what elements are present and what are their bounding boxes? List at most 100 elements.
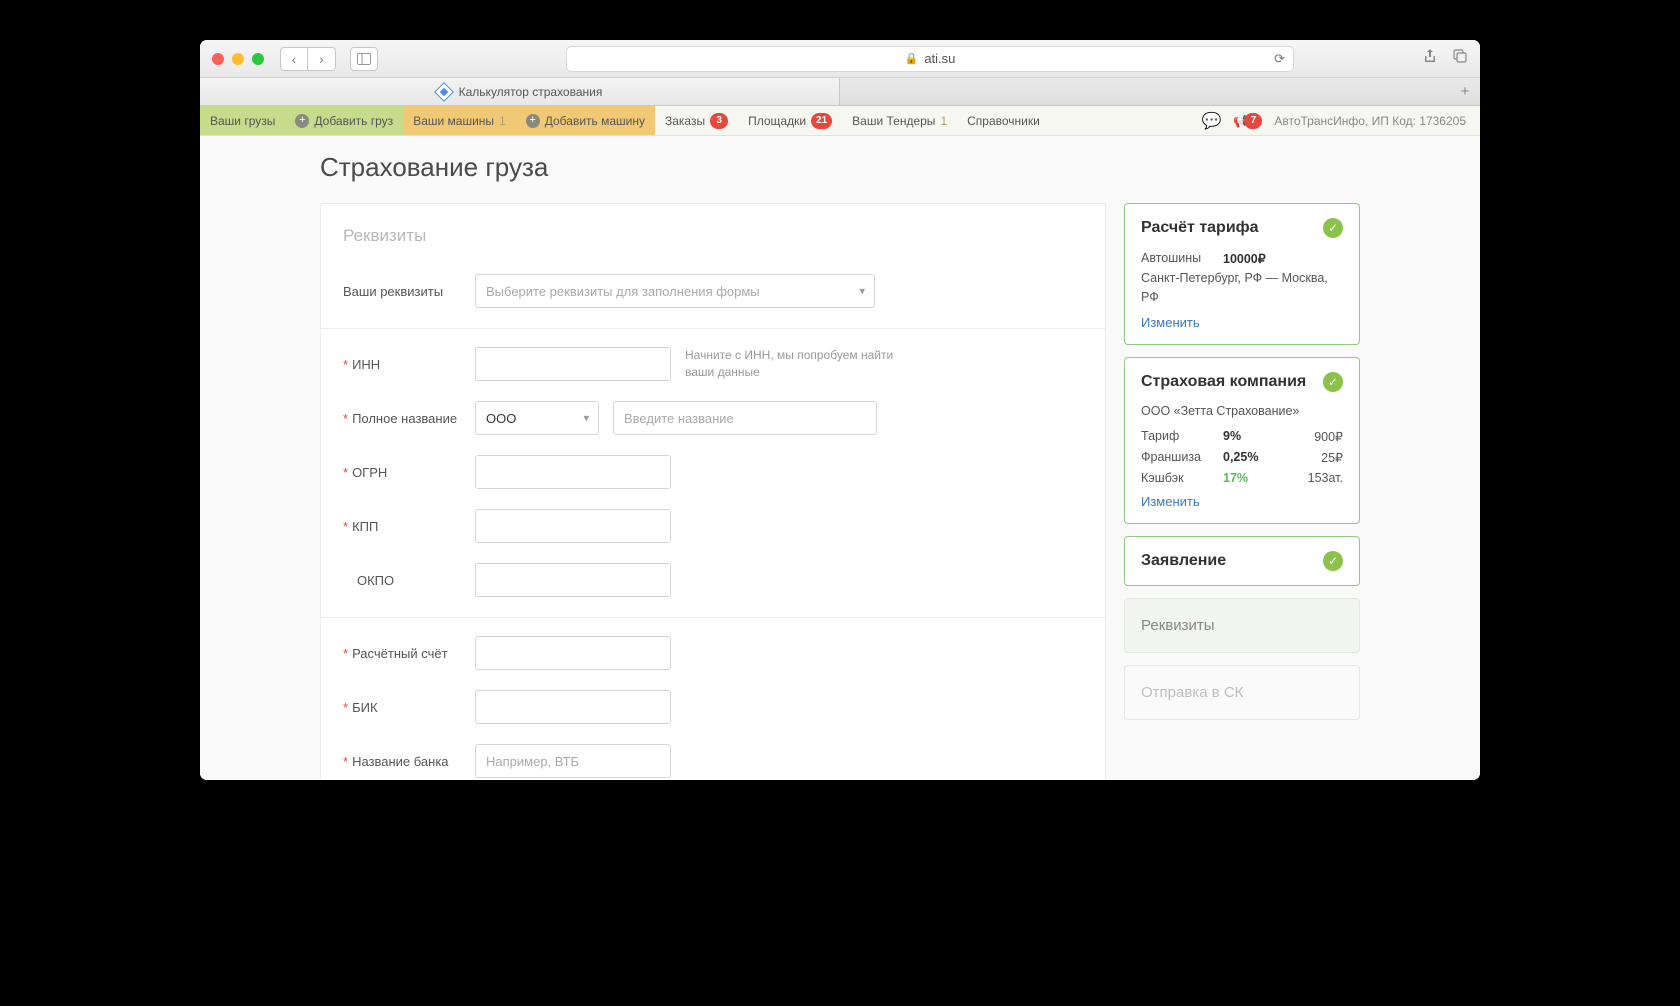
sidebar-toggle-button[interactable] <box>350 47 378 71</box>
label-inn: ИНН <box>352 357 380 372</box>
nav-add-cargo[interactable]: +Добавить груз <box>285 106 403 135</box>
org-type-select[interactable] <box>475 401 599 435</box>
lock-icon: 🔒 <box>905 52 919 65</box>
company-franchise-v: 0,25% <box>1223 450 1258 465</box>
page-title: Страхование груза <box>320 152 1360 183</box>
card-send: Отправка в СК <box>1124 665 1360 720</box>
account-input[interactable] <box>475 636 671 670</box>
site-topbar: Ваши грузы +Добавить груз Ваши машины1 +… <box>200 106 1480 136</box>
tab-favicon <box>434 82 454 102</box>
notifications-badge: 7 <box>1244 113 1262 129</box>
form-panel: Реквизиты Ваши реквизиты *ИНН Начните с … <box>320 203 1106 780</box>
tariff-route: Санкт-Петербург, РФ — Москва, РФ <box>1141 269 1343 307</box>
toolbar-right <box>1422 48 1468 69</box>
bank-name-input[interactable] <box>475 744 671 778</box>
label-full-name: Полное название <box>352 411 457 426</box>
notifications-button[interactable]: 📢 7 <box>1233 113 1262 129</box>
minimize-window-button[interactable] <box>232 53 244 65</box>
row-your-requisites: Ваши реквизиты <box>343 274 1083 308</box>
new-tab-button[interactable]: + <box>1450 78 1480 105</box>
card-tariff-title: Расчёт тарифа <box>1141 219 1259 237</box>
sites-badge: 21 <box>811 113 832 129</box>
share-button[interactable] <box>1422 48 1438 69</box>
user-info[interactable]: АвтоТрансИнфо, ИП Код: 1736205 <box>1274 114 1466 128</box>
card-company-title: Страховая компания <box>1141 373 1306 391</box>
close-window-button[interactable] <box>212 53 224 65</box>
tariff-change-link[interactable]: Изменить <box>1141 315 1200 330</box>
tariff-cargo-value: 10000 <box>1223 251 1266 266</box>
nav-your-cargo[interactable]: Ваши грузы <box>200 106 285 135</box>
browser-tab[interactable]: Калькулятор страхования <box>200 78 840 105</box>
url-bar[interactable]: 🔒 ati.su ⟳ <box>566 46 1294 72</box>
back-button[interactable]: ‹ <box>280 47 308 71</box>
plus-icon: + <box>295 114 309 128</box>
card-application[interactable]: Заявление ✓ <box>1124 536 1360 586</box>
org-name-input[interactable] <box>613 401 877 435</box>
forward-button[interactable]: › <box>308 47 336 71</box>
url-host: ati.su <box>924 51 955 66</box>
row-full-name: *Полное название <box>343 401 1083 435</box>
plus-icon: + <box>526 114 540 128</box>
label-okpo: ОКПО <box>357 573 394 588</box>
company-cashback-v: 17% <box>1223 471 1248 485</box>
card-company: Страховая компания ✓ ООО «Зетта Страхова… <box>1124 357 1360 525</box>
label-bik: БИК <box>352 700 377 715</box>
row-bank-name: *Название банка <box>343 744 1083 778</box>
kpp-input[interactable] <box>475 509 671 543</box>
label-bank-name: Название банка <box>352 754 448 769</box>
card-requisites[interactable]: Реквизиты <box>1124 598 1360 653</box>
site-topbar-left: Ваши грузы +Добавить груз Ваши машины1 +… <box>200 106 1050 135</box>
site-topbar-right: 💬 📢 7 АвтоТрансИнфо, ИП Код: 1736205 <box>1188 106 1481 135</box>
nav-tenders[interactable]: Ваши Тендеры1 <box>842 106 957 135</box>
sidebar: Расчёт тарифа ✓ Автошины 10000 Санкт-Пет… <box>1124 203 1360 720</box>
company-tariff-v: 9% <box>1223 429 1241 444</box>
company-tariff-k: Тариф <box>1141 429 1215 444</box>
nav-your-vehicles[interactable]: Ваши машины1 <box>403 106 516 135</box>
zoom-window-button[interactable] <box>252 53 264 65</box>
orders-badge: 3 <box>710 113 728 129</box>
section-title: Реквизиты <box>343 226 1083 246</box>
company-cashback-r: 153ат. <box>1308 471 1343 485</box>
row-bik: *БИК <box>343 690 1083 724</box>
tabs-button[interactable] <box>1452 48 1468 69</box>
card-requisites-title: Реквизиты <box>1141 617 1215 634</box>
card-send-title: Отправка в СК <box>1141 684 1243 701</box>
company-change-link[interactable]: Изменить <box>1141 494 1200 509</box>
nav-sites[interactable]: Площадки21 <box>738 106 842 135</box>
check-icon: ✓ <box>1323 218 1343 238</box>
label-account: Расчётный счёт <box>352 646 448 661</box>
label-ogrn: ОГРН <box>352 465 387 480</box>
ogrn-input[interactable] <box>475 455 671 489</box>
row-okpo: ОКПО <box>343 563 1083 597</box>
nav-buttons: ‹ › <box>280 47 336 71</box>
tariff-cargo-label: Автошины <box>1141 251 1215 266</box>
tab-title: Калькулятор страхования <box>459 85 603 99</box>
row-account: *Расчётный счёт <box>343 636 1083 670</box>
company-franchise-k: Франшиза <box>1141 450 1215 465</box>
check-icon: ✓ <box>1323 551 1343 571</box>
company-cashback-k: Кэшбэк <box>1141 471 1215 485</box>
label-your-requisites: Ваши реквизиты <box>343 284 443 299</box>
chat-icon[interactable]: 💬 <box>1202 111 1222 131</box>
card-tariff: Расчёт тарифа ✓ Автошины 10000 Санкт-Пет… <box>1124 203 1360 345</box>
nav-references[interactable]: Справочники <box>957 106 1050 135</box>
company-tariff-r: 900 <box>1314 429 1343 444</box>
bik-input[interactable] <box>475 690 671 724</box>
row-kpp: *КПП <box>343 509 1083 543</box>
inn-hint: Начните с ИНН, мы попробуем найти ваши д… <box>685 347 905 381</box>
window-controls <box>212 53 264 65</box>
row-ogrn: *ОГРН <box>343 455 1083 489</box>
your-requisites-select[interactable] <box>475 274 875 308</box>
browser-window: ‹ › 🔒 ati.su ⟳ Калькулятор страхования +… <box>200 40 1480 780</box>
card-application-title: Заявление <box>1141 552 1226 570</box>
nav-add-vehicle[interactable]: +Добавить машину <box>516 106 655 135</box>
okpo-input[interactable] <box>475 563 671 597</box>
nav-orders[interactable]: Заказы3 <box>655 106 738 135</box>
browser-titlebar: ‹ › 🔒 ati.su ⟳ <box>200 40 1480 78</box>
inn-input[interactable] <box>475 347 671 381</box>
reload-button[interactable]: ⟳ <box>1274 51 1285 67</box>
company-name: ООО «Зетта Страхование» <box>1141 402 1343 421</box>
browser-tab-bar: Калькулятор страхования + <box>200 78 1480 106</box>
row-inn: *ИНН Начните с ИНН, мы попробуем найти в… <box>343 347 1083 381</box>
label-kpp: КПП <box>352 519 378 534</box>
